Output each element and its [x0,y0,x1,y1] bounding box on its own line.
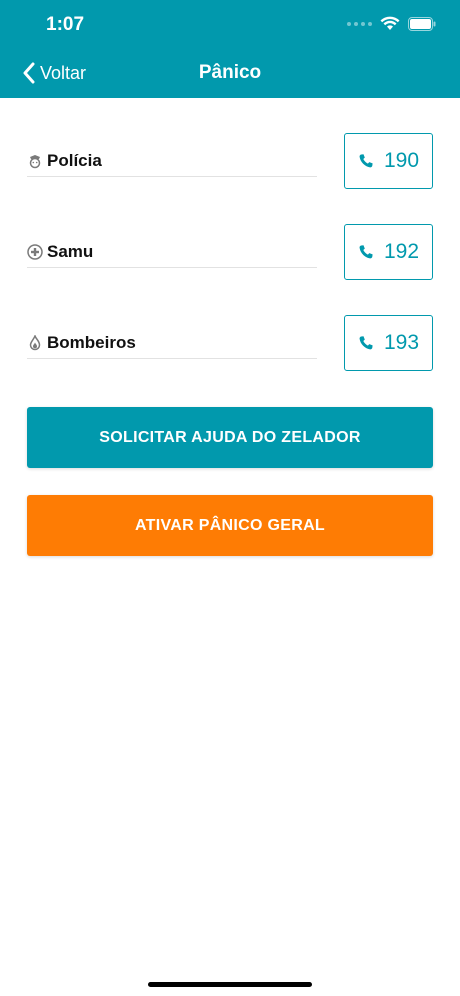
contact-row-samu: Samu 192 [27,224,433,280]
contact-label-policia: Polícia [27,151,102,171]
wifi-icon [380,16,400,31]
back-button[interactable]: Voltar [22,62,86,84]
contact-label-samu: Samu [27,242,93,262]
contact-row-policia: Polícia 190 [27,133,433,189]
contact-name: Bombeiros [47,333,136,352]
battery-icon [408,16,436,31]
call-number: 190 [383,149,420,172]
call-193-button[interactable]: 193 [344,315,433,371]
call-number: 192 [383,240,420,263]
medical-cross-icon [27,244,43,260]
phone-icon [359,336,373,350]
divider [27,358,317,359]
status-time: 1:07 [46,14,85,35]
call-192-button[interactable]: 192 [344,224,433,280]
fire-icon [29,335,41,351]
contact-label-bombeiros: Bombeiros [27,333,136,353]
divider [27,267,317,268]
phone-icon [359,245,373,259]
app-header: 1:07 Voltar Pânico [0,0,460,98]
status-icons [347,16,436,31]
call-190-button[interactable]: 190 [344,133,433,189]
contact-row-bombeiros: Bombeiros 193 [27,315,433,371]
police-icon [29,155,41,169]
contact-name: Polícia [47,151,102,170]
cellular-signal-icon [347,21,372,26]
activate-general-panic-button[interactable]: ATIVAR PÂNICO GERAL [27,495,433,556]
request-caretaker-help-button[interactable]: SOLICITAR AJUDA DO ZELADOR [27,407,433,468]
contact-name: Samu [47,242,94,261]
chevron-left-icon [23,62,35,84]
call-number: 193 [383,331,420,354]
phone-icon [359,154,373,168]
home-indicator[interactable] [148,982,312,987]
back-label: Voltar [40,62,87,83]
divider [27,176,317,177]
